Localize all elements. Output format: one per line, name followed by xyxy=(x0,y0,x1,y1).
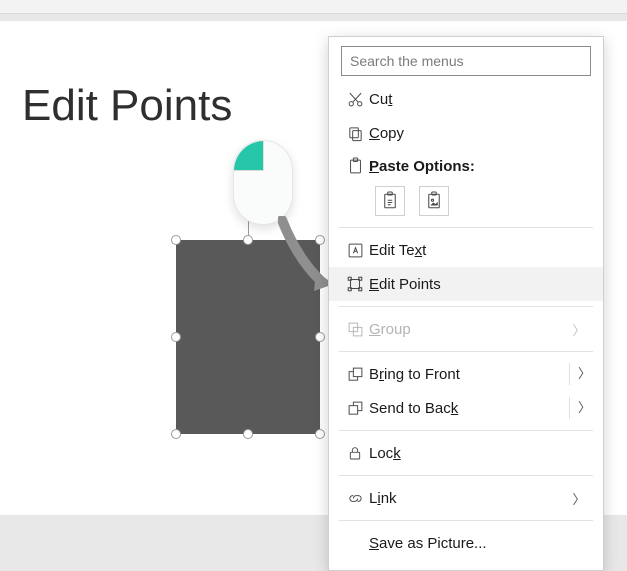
menu-item-edit-text[interactable]: Edit Text xyxy=(329,233,603,267)
send-to-back-icon xyxy=(341,400,369,417)
slide-canvas[interactable]: Edit Points Cut xyxy=(0,21,627,515)
paste-as-picture[interactable] xyxy=(419,186,449,216)
resize-handle-tl[interactable] xyxy=(171,235,181,245)
resize-handle-bl[interactable] xyxy=(171,429,181,439)
menu-heading-label: Paste Options: xyxy=(369,158,589,175)
resize-handle-b[interactable] xyxy=(243,429,253,439)
paste-use-destination-theme[interactable] xyxy=(375,186,405,216)
page-title: Edit Points xyxy=(22,81,232,131)
resize-handle-br[interactable] xyxy=(315,429,325,439)
resize-handle-l[interactable] xyxy=(171,332,181,342)
menu-item-label: Bring to Front xyxy=(369,366,569,383)
edit-text-icon xyxy=(341,242,369,259)
menu-item-group: Group 〉 xyxy=(329,312,603,346)
menu-separator xyxy=(339,520,593,521)
menu-item-label: Save as Picture... xyxy=(369,535,589,552)
selected-shape-rectangle[interactable] xyxy=(176,240,320,434)
menu-item-label: Link xyxy=(369,490,569,507)
shape-body[interactable] xyxy=(176,240,320,434)
group-icon xyxy=(341,321,369,338)
mouse-button-divider xyxy=(263,141,264,171)
bring-to-front-icon xyxy=(341,366,369,383)
menu-item-edit-points[interactable]: Edit Points xyxy=(329,267,603,301)
lock-icon xyxy=(341,445,369,461)
menu-item-save-as-picture[interactable]: Save as Picture... xyxy=(329,526,603,560)
menu-item-label: Edit Points xyxy=(369,276,589,293)
resize-handle-t[interactable] xyxy=(243,235,253,245)
chevron-right-icon[interactable]: 〉 xyxy=(569,397,589,419)
menu-item-copy[interactable]: Copy xyxy=(329,116,603,150)
menu-item-label: Copy xyxy=(369,125,589,142)
context-menu: Cut Copy Paste Options: xyxy=(328,36,604,571)
menu-separator xyxy=(339,306,593,307)
scissors-icon xyxy=(341,91,369,108)
edit-points-icon xyxy=(341,275,369,293)
menu-search-input[interactable] xyxy=(341,46,591,76)
menu-item-label: Lock xyxy=(369,445,589,462)
resize-handle-tr[interactable] xyxy=(315,235,325,245)
menu-separator xyxy=(339,475,593,476)
clipboard-icon xyxy=(341,157,369,176)
ribbon-edge xyxy=(0,0,627,14)
chevron-right-icon: 〉 xyxy=(569,489,589,508)
menu-separator xyxy=(339,227,593,228)
menu-item-send-to-back[interactable]: Send to Back 〉 xyxy=(329,391,603,425)
resize-handle-r[interactable] xyxy=(315,332,325,342)
chevron-right-icon: 〉 xyxy=(569,320,589,339)
menu-separator xyxy=(339,430,593,431)
menu-item-cut[interactable]: Cut xyxy=(329,82,603,116)
menu-item-label: Cut xyxy=(369,91,589,108)
menu-search xyxy=(341,46,591,76)
menu-item-label: Edit Text xyxy=(369,242,589,259)
mouse-right-button xyxy=(262,141,292,171)
paste-option-row xyxy=(329,182,603,222)
copy-icon xyxy=(341,125,369,142)
menu-item-lock[interactable]: Lock xyxy=(329,436,603,470)
chevron-right-icon[interactable]: 〉 xyxy=(569,363,589,385)
mouse-illustration xyxy=(233,140,293,225)
link-icon xyxy=(341,490,369,507)
menu-item-bring-to-front[interactable]: Bring to Front 〉 xyxy=(329,357,603,391)
menu-separator xyxy=(339,351,593,352)
mouse-left-button-highlight xyxy=(234,141,264,171)
menu-item-label: Group xyxy=(369,321,569,338)
menu-item-link[interactable]: Link 〉 xyxy=(329,481,603,515)
menu-item-label: Send to Back xyxy=(369,400,569,417)
menu-heading-paste-options: Paste Options: xyxy=(329,150,603,182)
